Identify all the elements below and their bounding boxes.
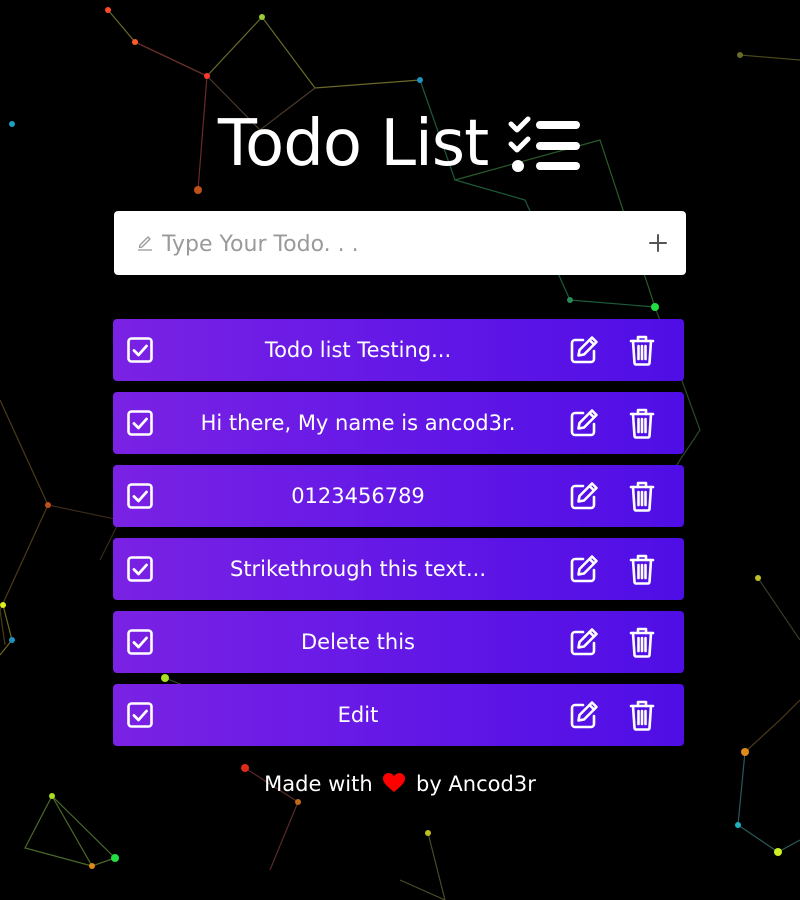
edit-icon[interactable] <box>569 408 599 438</box>
todo-input-box <box>114 211 686 277</box>
checkbox-icon[interactable] <box>127 629 153 655</box>
edit-icon[interactable] <box>569 481 599 511</box>
trash-icon[interactable] <box>629 626 655 658</box>
todo-text: Edit <box>337 703 379 727</box>
heart-icon <box>383 773 406 792</box>
edit-icon[interactable] <box>569 700 599 730</box>
todo-item: Hi there, My name is ancod3r. <box>113 392 684 454</box>
plus-icon[interactable] <box>646 231 670 255</box>
pen-icon <box>138 236 152 251</box>
footer-suffix: by Ancod3r <box>416 772 536 796</box>
trash-icon[interactable] <box>629 407 655 439</box>
checkbox-icon[interactable] <box>127 337 153 363</box>
trash-icon[interactable] <box>629 699 655 731</box>
edit-icon[interactable] <box>569 554 599 584</box>
trash-icon[interactable] <box>629 334 655 366</box>
todo-item: Strikethrough this text... <box>113 538 684 600</box>
todo-text: Delete this <box>301 630 415 654</box>
todo-text: Todo list Testing... <box>264 338 452 362</box>
todo-list: Todo list Testing... Hi there, My name is… <box>113 319 684 757</box>
todo-text: Hi there, My name is ancod3r. <box>200 411 516 435</box>
todo-item: Delete this <box>113 611 684 673</box>
header: Todo List <box>0 104 800 184</box>
todo-item: Todo list Testing... <box>113 319 684 381</box>
checklist-icon <box>508 116 581 172</box>
footer-prefix: Made with <box>264 772 373 796</box>
footer: Made with by Ancod3r <box>0 772 800 796</box>
todo-input[interactable] <box>160 211 624 277</box>
todo-app: Todo List Todo list Testing... Hi there, … <box>0 0 800 900</box>
checkbox-icon[interactable] <box>127 556 153 582</box>
todo-text: Strikethrough this text... <box>229 557 487 581</box>
edit-icon[interactable] <box>569 627 599 657</box>
edit-icon[interactable] <box>569 335 599 365</box>
checkbox-icon[interactable] <box>127 702 153 728</box>
trash-icon[interactable] <box>629 553 655 585</box>
todo-text: 0123456789 <box>291 484 425 508</box>
trash-icon[interactable] <box>629 480 655 512</box>
checkbox-icon[interactable] <box>127 410 153 436</box>
checkbox-icon[interactable] <box>127 483 153 509</box>
todo-item: 0123456789 <box>113 465 684 527</box>
todo-item: Edit <box>113 684 684 746</box>
page-title: Todo List <box>217 107 489 181</box>
